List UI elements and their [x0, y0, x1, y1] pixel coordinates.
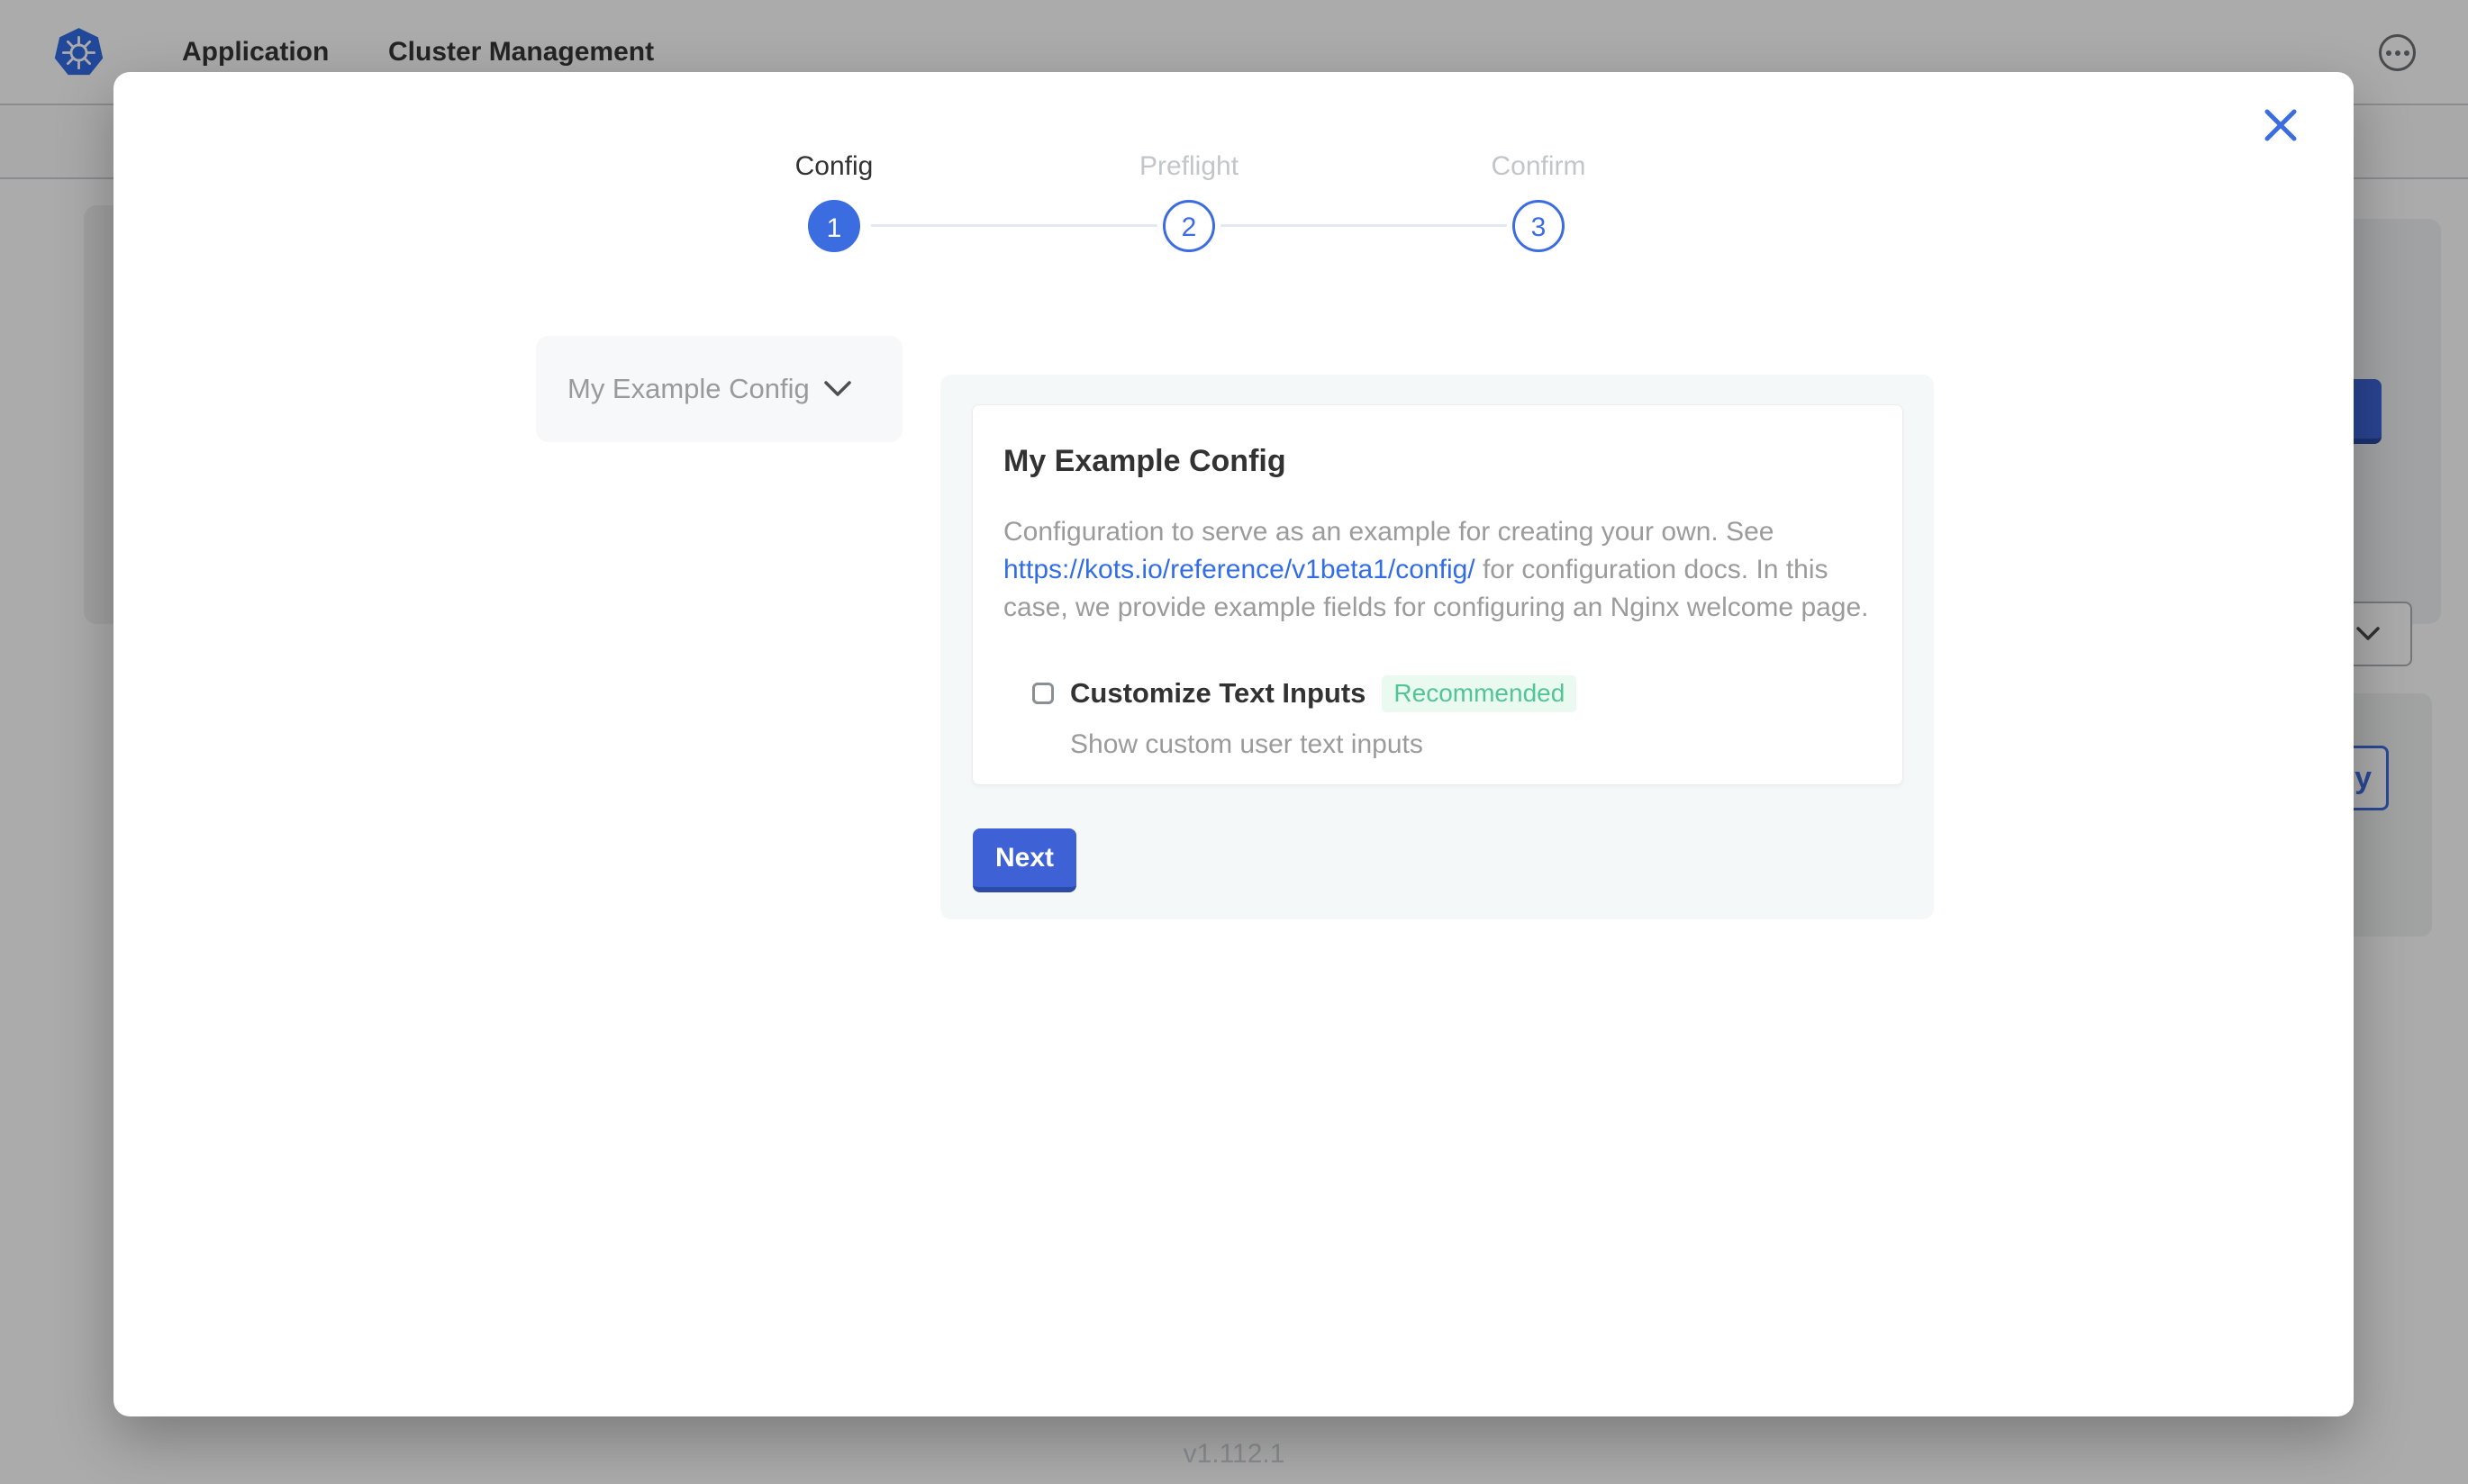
- config-group-card: My Example Config Configuration to serve…: [972, 404, 1903, 785]
- config-item-help-text: Show custom user text inputs: [1070, 729, 1872, 760]
- config-panel: My Example Config Configuration to serve…: [940, 375, 1934, 919]
- config-wizard-modal: Config 1 Preflight 2 Confirm 3 My Exampl…: [113, 72, 2354, 1416]
- next-button[interactable]: Next: [973, 828, 1076, 892]
- step-preflight: Preflight 2: [1072, 149, 1306, 252]
- step-circle-confirm: 3: [1512, 200, 1565, 252]
- step-confirm: Confirm 3: [1421, 149, 1656, 252]
- config-item-row: Customize Text Inputs Recommended: [1032, 675, 1872, 711]
- config-group-dropdown[interactable]: My Example Config: [536, 336, 903, 442]
- config-group-title: My Example Config: [1003, 441, 1872, 481]
- customize-text-inputs-label[interactable]: Customize Text Inputs: [1070, 677, 1366, 710]
- step-circle-preflight: 2: [1163, 200, 1215, 252]
- step-circle-config: 1: [808, 200, 860, 252]
- config-item: Customize Text Inputs Recommended Show c…: [1032, 675, 1872, 760]
- step-config: Config 1: [717, 149, 951, 252]
- config-group-description: Configuration to serve as an example for…: [1003, 513, 1872, 627]
- customize-text-inputs-checkbox[interactable]: [1032, 683, 1054, 704]
- config-docs-link[interactable]: https://kots.io/reference/v1beta1/config…: [1003, 555, 1475, 584]
- chevron-down-icon: [824, 381, 851, 397]
- description-text: Configuration to serve as an example for…: [1003, 517, 1774, 547]
- config-group-dropdown-label: My Example Config: [567, 373, 810, 405]
- step-label-preflight: Preflight: [1072, 149, 1306, 184]
- step-label-confirm: Confirm: [1421, 149, 1656, 184]
- close-icon[interactable]: [2260, 104, 2301, 146]
- step-label-config: Config: [717, 149, 951, 184]
- recommended-badge: Recommended: [1382, 675, 1576, 712]
- screen: Application Cluster Management 0 y v1.11…: [0, 0, 2468, 1484]
